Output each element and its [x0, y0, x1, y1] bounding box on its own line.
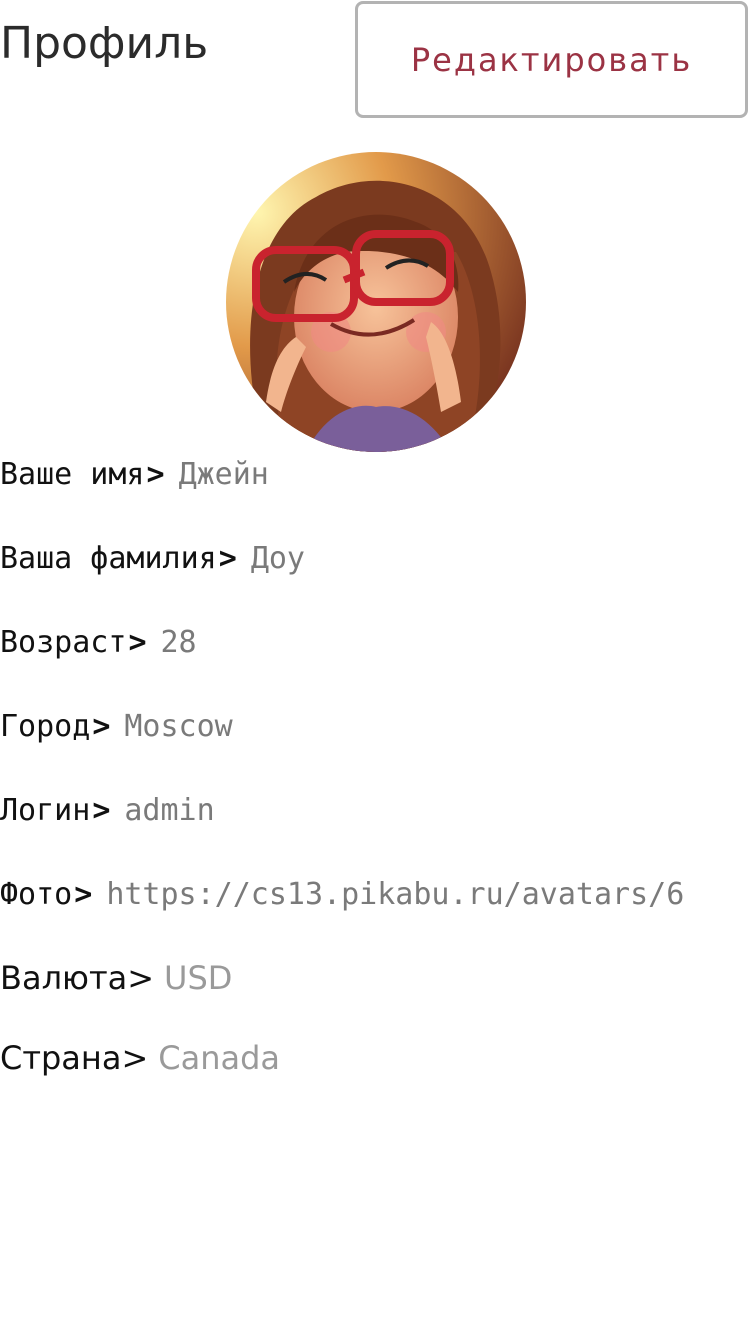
field-value: Джейн — [178, 457, 269, 492]
field-last-name: Ваша фамилия> Доу — [0, 539, 305, 579]
field-photo: Фото> https://cs13.pikabu.ru/avatars/6 — [0, 875, 750, 915]
page-title: Профиль — [0, 18, 209, 69]
chevron-right-icon: > — [121, 1039, 149, 1077]
chevron-right-icon: > — [146, 457, 165, 492]
edit-button[interactable]: Редактировать — [355, 1, 748, 118]
field-value: https://cs13.pikabu.ru/avatars/6 — [106, 877, 685, 912]
field-value: admin — [124, 793, 215, 828]
field-label: Возраст — [0, 625, 127, 660]
chevron-right-icon: > — [92, 793, 111, 828]
chevron-right-icon: > — [74, 877, 93, 912]
field-value: Canada — [158, 1039, 281, 1077]
chevron-right-icon: > — [92, 709, 111, 744]
field-value: USD — [164, 959, 233, 997]
field-label: Фото — [0, 877, 73, 912]
field-first-name: Ваше имя> Джейн — [0, 455, 269, 495]
avatar-image — [226, 152, 526, 452]
field-age: Возраст> 28 — [0, 623, 197, 663]
field-label: Ваше имя — [0, 457, 145, 492]
field-currency: Валюта> USD — [0, 958, 232, 998]
avatar — [226, 152, 526, 452]
chevron-right-icon: > — [128, 625, 147, 660]
chevron-right-icon: > — [218, 541, 237, 576]
field-label: Ваша фамилия — [0, 541, 217, 576]
field-label: Логин — [0, 793, 91, 828]
field-label: Страна — [0, 1039, 122, 1077]
field-value: Доу — [250, 541, 305, 576]
chevron-right-icon: > — [127, 959, 155, 997]
field-value: 28 — [160, 625, 197, 660]
field-city: Город> Moscow — [0, 707, 233, 747]
field-label: Город — [0, 709, 91, 744]
field-country: Страна> Canada — [0, 1038, 280, 1078]
field-value: Moscow — [124, 709, 233, 744]
field-label: Валюта — [0, 959, 128, 997]
field-login: Логин> admin — [0, 791, 215, 831]
